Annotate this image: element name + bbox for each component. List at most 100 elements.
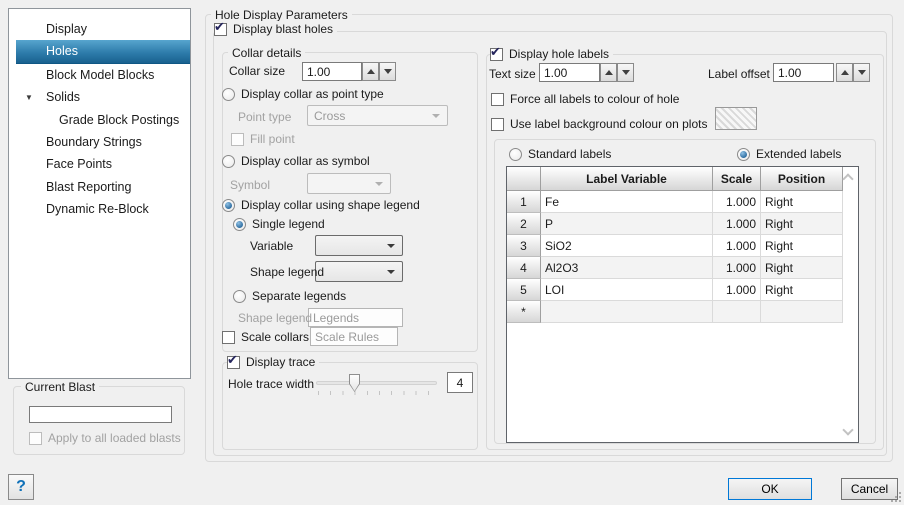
cell-position[interactable] xyxy=(761,301,843,323)
separate-shape-legend-label: Shape legend xyxy=(238,311,312,325)
sidebar-item-blast-reporting[interactable]: Blast Reporting xyxy=(16,176,190,198)
checkbox-icon xyxy=(227,356,240,369)
label-offset-input[interactable] xyxy=(773,63,834,82)
cell-position[interactable]: Right xyxy=(761,279,843,301)
display-collar-point-type-radio[interactable]: Display collar as point type xyxy=(222,86,384,102)
separate-legends-radio[interactable]: Separate legends xyxy=(233,288,346,304)
checkbox-icon xyxy=(490,48,503,61)
cell-position[interactable]: Right xyxy=(761,213,843,235)
collar-size-up-button[interactable] xyxy=(362,62,379,81)
scale-rules-input xyxy=(310,327,398,346)
force-labels-colour-checkbox[interactable]: Force all labels to colour of hole xyxy=(491,91,679,107)
single-legend-radio[interactable]: Single legend xyxy=(233,216,325,232)
row-header[interactable]: 4 xyxy=(507,257,541,279)
current-blast-input[interactable] xyxy=(29,406,172,423)
cell-label-variable[interactable]: Fe xyxy=(541,191,713,213)
sidebar-item-holes[interactable]: Holes xyxy=(16,40,190,63)
cell-position[interactable]: Right xyxy=(761,235,843,257)
checkbox-icon xyxy=(231,133,244,146)
ok-button[interactable]: OK xyxy=(728,478,812,500)
text-size-down-button[interactable] xyxy=(617,63,634,82)
table-corner-header xyxy=(507,167,541,191)
display-collar-shape-legend-radio[interactable]: Display collar using shape legend xyxy=(222,197,420,213)
trace-width-slider-track[interactable] xyxy=(316,381,437,385)
display-hole-labels-label: Display hole labels xyxy=(509,47,609,61)
row-header-new[interactable]: * xyxy=(507,301,541,323)
col-header-scale[interactable]: Scale xyxy=(713,167,761,191)
arrow-up-icon xyxy=(367,69,375,74)
cell-scale[interactable]: 1.000 xyxy=(713,279,761,301)
label-background-colour-swatch[interactable] xyxy=(715,107,757,130)
resize-grip[interactable] xyxy=(890,491,902,503)
radio-label: Separate legends xyxy=(252,289,346,303)
cell-label-variable[interactable]: P xyxy=(541,213,713,235)
trace-width-value-input[interactable] xyxy=(447,372,473,393)
cell-scale[interactable]: 1.000 xyxy=(713,191,761,213)
label-offset-down-button[interactable] xyxy=(853,63,870,82)
scroll-down-icon[interactable] xyxy=(842,424,853,435)
radio-icon xyxy=(233,290,246,303)
cell-label-variable[interactable]: Al2O3 xyxy=(541,257,713,279)
shape-legend-select[interactable] xyxy=(315,261,403,282)
collar-size-input[interactable] xyxy=(302,62,362,81)
col-header-position[interactable]: Position xyxy=(761,167,843,191)
display-blast-holes-checkbox[interactable]: Display blast holes xyxy=(214,21,337,37)
sidebar-item-label: Boundary Strings xyxy=(46,135,142,149)
display-collar-symbol-radio[interactable]: Display collar as symbol xyxy=(222,153,370,169)
sidebar-item-label: Holes xyxy=(46,44,78,58)
text-size-up-button[interactable] xyxy=(600,63,617,82)
sidebar-item-boundary-strings[interactable]: Boundary Strings xyxy=(16,131,190,153)
chevron-down-icon xyxy=(387,270,395,274)
sidebar-item-label: Dynamic Re-Block xyxy=(46,202,149,216)
checkbox-icon xyxy=(222,331,235,344)
chevron-down-icon[interactable]: ▼ xyxy=(25,87,33,109)
row-header[interactable]: 5 xyxy=(507,279,541,301)
table-grid: Label Variable Scale Position 1 Fe 1.000… xyxy=(507,167,858,323)
standard-labels-radio[interactable]: Standard labels xyxy=(509,146,615,162)
cancel-button-label: Cancel xyxy=(851,482,888,496)
fill-point-label: Fill point xyxy=(250,132,295,146)
sidebar-item-dynamic-re-block[interactable]: Dynamic Re-Block xyxy=(16,198,190,220)
display-hole-labels-checkbox[interactable]: Display hole labels xyxy=(490,46,613,62)
cell-scale[interactable]: 1.000 xyxy=(713,257,761,279)
sidebar-item-label: Solids xyxy=(46,90,80,104)
arrow-down-icon xyxy=(384,69,392,74)
sidebar-item-face-points[interactable]: Face Points xyxy=(16,153,190,175)
sidebar-item-block-model-blocks[interactable]: Block Model Blocks xyxy=(16,64,190,86)
variable-select[interactable] xyxy=(315,235,403,256)
col-header-label-variable[interactable]: Label Variable xyxy=(541,167,713,191)
row-header[interactable]: 3 xyxy=(507,235,541,257)
scale-collars-checkbox[interactable]: Scale collars xyxy=(222,329,309,345)
cell-scale[interactable]: 1.000 xyxy=(713,235,761,257)
cell-position[interactable]: Right xyxy=(761,191,843,213)
help-icon: ? xyxy=(16,478,26,496)
sidebar-item-solids[interactable]: ▼ Solids xyxy=(16,86,190,108)
display-trace-checkbox[interactable]: Display trace xyxy=(227,354,319,370)
sidebar-item-label: Blast Reporting xyxy=(46,180,131,194)
text-size-input[interactable] xyxy=(539,63,600,82)
cell-label-variable[interactable] xyxy=(541,301,713,323)
cell-label-variable[interactable]: SiO2 xyxy=(541,235,713,257)
arrow-up-icon xyxy=(841,70,849,75)
checkbox-icon xyxy=(491,93,504,106)
sidebar-item-grade-block-postings[interactable]: Grade Block Postings xyxy=(16,109,190,131)
row-header[interactable]: 1 xyxy=(507,191,541,213)
symbol-select xyxy=(307,173,391,194)
sidebar-item-label: Display xyxy=(46,22,87,36)
collar-size-down-button[interactable] xyxy=(379,62,396,81)
cell-scale[interactable]: 1.000 xyxy=(713,213,761,235)
row-header[interactable]: 2 xyxy=(507,213,541,235)
label-offset-up-button[interactable] xyxy=(836,63,853,82)
cell-scale[interactable] xyxy=(713,301,761,323)
display-settings-tree: Display Holes Block Model Blocks ▼ Solids… xyxy=(8,8,191,379)
help-button[interactable]: ? xyxy=(8,474,34,500)
label-background-colour-checkbox[interactable]: Use label background colour on plots xyxy=(491,116,707,132)
extended-labels-radio[interactable]: Extended labels xyxy=(737,146,845,162)
sidebar-item-display[interactable]: Display xyxy=(16,18,190,40)
point-type-select: Cross xyxy=(307,105,448,126)
force-labels-colour-label: Force all labels to colour of hole xyxy=(510,92,679,106)
cell-label-variable[interactable]: LOI xyxy=(541,279,713,301)
sidebar-item-label: Face Points xyxy=(46,157,112,171)
fill-point-checkbox: Fill point xyxy=(231,131,295,147)
cell-position[interactable]: Right xyxy=(761,257,843,279)
